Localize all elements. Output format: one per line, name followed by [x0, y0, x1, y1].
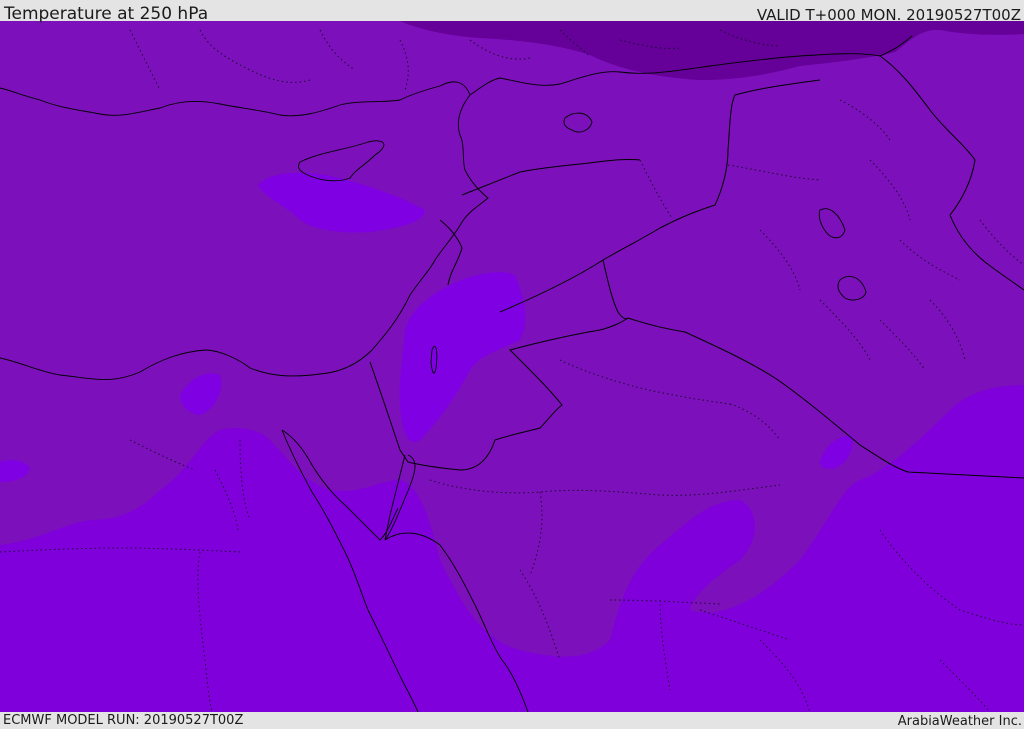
temperature-map[interactable]: [0, 21, 1024, 712]
credit-label: ArabiaWeather Inc.: [897, 714, 1022, 729]
valid-time-label: VALID T+000 MON. 20190527T00Z: [756, 6, 1021, 24]
footer-bar: ECMWF MODEL RUN: 20190527T00Z ArabiaWeat…: [0, 712, 1024, 729]
model-run-label: ECMWF MODEL RUN: 20190527T00Z: [3, 713, 244, 728]
header-bar: Temperature at 250 hPa VALID T+000 MON. …: [0, 0, 1024, 24]
map-title: Temperature at 250 hPa: [4, 4, 209, 24]
weather-map-page: Temperature at 250 hPa VALID T+000 MON. …: [0, 0, 1024, 729]
